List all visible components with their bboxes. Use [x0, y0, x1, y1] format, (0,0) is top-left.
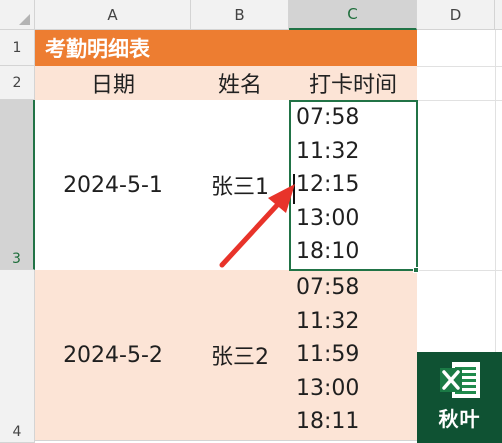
- cell-b4-name[interactable]: 张三2: [191, 270, 289, 440]
- column-header-c[interactable]: C: [289, 0, 417, 30]
- annotation-arrow-icon: [219, 184, 295, 268]
- column-header-a[interactable]: A: [35, 0, 191, 30]
- name-value: 张三2: [211, 345, 269, 370]
- punch-time: 11:59: [296, 342, 360, 368]
- column-header-b[interactable]: B: [191, 0, 289, 30]
- row-header-3[interactable]: 3: [0, 100, 35, 270]
- header-punch-times-label: 打卡时间: [308, 73, 397, 98]
- punch-time: 11:32: [296, 308, 360, 334]
- logo-text: 秋叶: [438, 407, 481, 431]
- cell-a3-date[interactable]: 2024-5-1: [35, 100, 191, 270]
- header-name-label: 姓名: [217, 73, 262, 98]
- header-date-label: 日期: [90, 73, 135, 98]
- gridline: [417, 66, 502, 67]
- gridline: [417, 100, 502, 101]
- gridline: [35, 440, 417, 441]
- row-header-2[interactable]: 2: [0, 66, 35, 100]
- punch-time: 18:11: [296, 409, 360, 435]
- column-header-d[interactable]: D: [417, 0, 495, 30]
- header-cell-date[interactable]: 日期: [35, 66, 191, 100]
- row-header-4[interactable]: 4: [0, 270, 35, 443]
- excel-x-icon: [439, 362, 480, 398]
- date-value: 2024-5-2: [63, 342, 163, 368]
- sheet-title-cell[interactable]: 考勤明细表: [35, 30, 417, 66]
- sheet-title: 考勤明细表: [45, 37, 150, 61]
- punch-time: 13:00: [296, 375, 360, 401]
- header-cell-name[interactable]: 姓名: [191, 66, 289, 100]
- select-all-triangle-icon: [19, 14, 30, 25]
- cell-a4-date[interactable]: 2024-5-2: [35, 270, 191, 440]
- cell-c4-times[interactable]: 07:58 11:32 11:59 13:00 18:11: [289, 270, 417, 440]
- fill-handle[interactable]: [413, 267, 419, 273]
- column-header-e-partial[interactable]: [495, 0, 502, 30]
- header-cell-punch-times[interactable]: 打卡时间: [289, 66, 417, 100]
- gridline: [417, 270, 502, 271]
- row-header-1[interactable]: 1: [0, 30, 35, 66]
- qiuye-logo: 秋叶: [417, 352, 502, 443]
- date-value: 2024-5-1: [63, 172, 163, 198]
